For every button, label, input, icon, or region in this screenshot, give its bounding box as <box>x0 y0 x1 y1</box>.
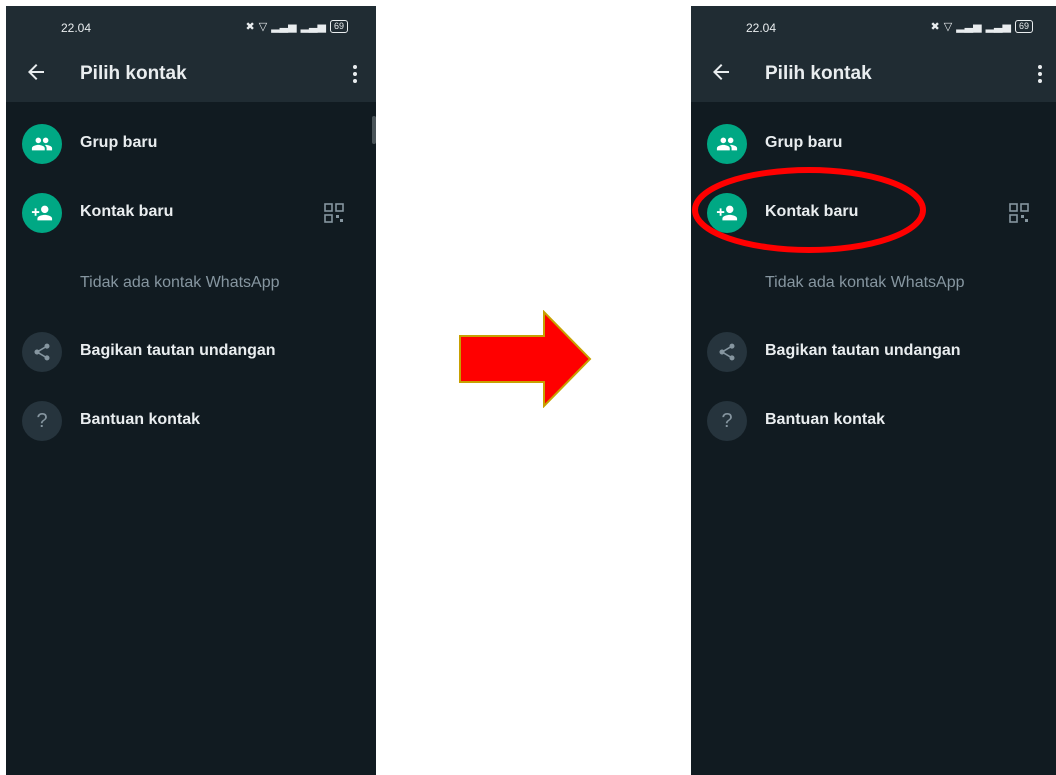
list-item-new-contact[interactable]: Kontak baru <box>6 185 376 241</box>
list-item-label: Grup baru <box>80 134 158 151</box>
phone-screen-after: 22.04 ✖ ▽ ▂▃▅ ▂▃▅ 69 Pilih kontak Grup b… <box>691 6 1056 775</box>
arrow-left-icon[interactable] <box>24 60 48 84</box>
qr-code-icon[interactable] <box>1009 203 1029 223</box>
list-item-label: Grup baru <box>765 134 843 151</box>
list-item-label: Bagikan tautan undangan <box>80 342 276 359</box>
mute-icon: ✖ <box>245 21 255 33</box>
help-icon: ? <box>22 401 62 441</box>
list-item-label: Bantuan kontak <box>765 411 886 428</box>
phone-screen-before: 22.04 ✖ ▽ ▂▃▅ ▂▃▅ 69 Pilih kontak Grup b… <box>6 6 376 775</box>
share-icon <box>707 332 747 372</box>
signal-icon: ▂▃▅ <box>271 21 297 33</box>
status-icons: ✖ ▽ ▂▃▅ ▂▃▅ 69 <box>246 20 348 33</box>
list-item-new-group[interactable]: Grup baru <box>6 116 376 172</box>
status-time: 22.04 <box>746 21 777 35</box>
share-icon <box>22 332 62 372</box>
help-icon: ? <box>707 401 747 441</box>
more-vertical-icon[interactable] <box>352 64 358 84</box>
group-icon <box>22 124 62 164</box>
signal-icon: ▂▃▅ <box>956 21 982 33</box>
signal-icon: ▂▃▅ <box>985 21 1011 33</box>
empty-contacts-hint: Tidak ada kontak WhatsApp <box>80 274 280 291</box>
top-app-bar: 22.04 ✖ ▽ ▂▃▅ ▂▃▅ 69 Pilih kontak <box>6 6 376 102</box>
battery-icon: 69 <box>329 20 348 33</box>
wifi-icon: ▽ <box>943 21 953 33</box>
battery-icon: 69 <box>1014 20 1033 33</box>
top-app-bar: 22.04 ✖ ▽ ▂▃▅ ▂▃▅ 69 Pilih kontak <box>691 6 1056 102</box>
list-item-share-invite[interactable]: Bagikan tautan undangan <box>6 324 376 380</box>
page-title: Pilih kontak <box>80 63 187 84</box>
list-item-label: Bantuan kontak <box>80 411 201 428</box>
signal-icon: ▂▃▅ <box>300 21 326 33</box>
list-item-new-group[interactable]: Grup baru <box>691 116 1056 172</box>
list-item-contact-help[interactable]: ? Bantuan kontak <box>6 393 376 449</box>
person-add-icon <box>22 193 62 233</box>
mute-icon: ✖ <box>930 21 940 33</box>
status-time: 22.04 <box>61 21 92 35</box>
wifi-icon: ▽ <box>258 21 268 33</box>
list-item-contact-help[interactable]: ? Bantuan kontak <box>691 393 1056 449</box>
highlight-ellipse <box>692 167 926 253</box>
arrow-right-icon <box>459 310 592 408</box>
group-icon <box>707 124 747 164</box>
more-vertical-icon[interactable] <box>1037 64 1043 84</box>
arrow-left-icon[interactable] <box>709 60 733 84</box>
list-item-share-invite[interactable]: Bagikan tautan undangan <box>691 324 1056 380</box>
qr-code-icon[interactable] <box>324 203 344 223</box>
list-item-label: Bagikan tautan undangan <box>765 342 961 359</box>
list-item-label: Kontak baru <box>80 203 174 220</box>
empty-contacts-hint: Tidak ada kontak WhatsApp <box>765 274 965 291</box>
page-title: Pilih kontak <box>765 63 872 84</box>
status-icons: ✖ ▽ ▂▃▅ ▂▃▅ 69 <box>931 20 1033 33</box>
